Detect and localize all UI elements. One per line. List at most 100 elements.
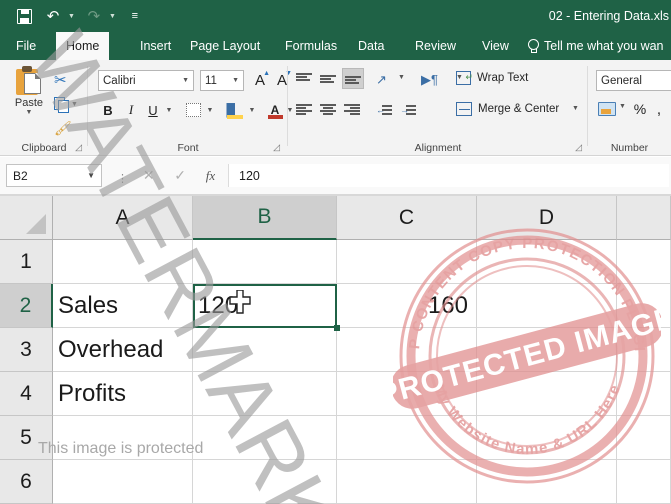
cell-d2[interactable] bbox=[477, 284, 617, 328]
fill-color-button[interactable]: █ bbox=[226, 100, 244, 120]
fill-handle[interactable] bbox=[334, 325, 340, 331]
row-header-4[interactable]: 4 bbox=[0, 372, 53, 416]
alignment-dialog-launcher[interactable]: ◿ bbox=[575, 142, 582, 153]
number-format-select[interactable]: General bbox=[596, 70, 671, 91]
tab-review[interactable]: Review bbox=[405, 32, 466, 60]
font-dialog-launcher[interactable]: ◿ bbox=[273, 142, 280, 153]
confirm-entry-button[interactable]: ✓ bbox=[174, 167, 186, 184]
column-header-e[interactable] bbox=[617, 196, 671, 240]
cell-b6[interactable] bbox=[193, 460, 337, 504]
italic-button[interactable]: I bbox=[122, 100, 140, 120]
cell-e6[interactable] bbox=[617, 460, 671, 504]
borders-button[interactable] bbox=[184, 101, 202, 119]
copy-dropdown-icon[interactable]: ▼ bbox=[71, 101, 78, 108]
tab-formulas[interactable]: Formulas bbox=[275, 32, 347, 60]
chevron-down-icon[interactable]: ▼ bbox=[232, 77, 239, 84]
tab-data[interactable]: Data bbox=[348, 32, 394, 60]
select-all-button[interactable] bbox=[0, 196, 53, 240]
paste-dropdown-icon[interactable]: ▼ bbox=[8, 109, 50, 116]
cell-a6[interactable] bbox=[53, 460, 193, 504]
cell-e5[interactable] bbox=[617, 416, 671, 460]
cell-b1[interactable] bbox=[193, 240, 337, 284]
middle-align-button[interactable] bbox=[320, 72, 336, 85]
align-left-button[interactable] bbox=[296, 103, 312, 116]
merge-center-button[interactable]: Merge & Center bbox=[456, 102, 586, 116]
undo-dropdown-icon[interactable]: ▼ bbox=[68, 13, 75, 20]
center-button[interactable] bbox=[320, 103, 336, 116]
row-header-6[interactable]: 6 bbox=[0, 460, 53, 504]
cell-e4[interactable] bbox=[617, 372, 671, 416]
bold-button[interactable]: B bbox=[99, 100, 117, 120]
cell-d1[interactable] bbox=[477, 240, 617, 284]
cell-a4[interactable]: Profits bbox=[53, 372, 193, 416]
tell-me-box[interactable]: Tell me what you wan bbox=[527, 32, 664, 60]
row-header-3[interactable]: 3 bbox=[0, 328, 53, 372]
save-button[interactable] bbox=[14, 6, 34, 26]
cell-b3[interactable] bbox=[193, 328, 337, 372]
cell-c5[interactable] bbox=[337, 416, 477, 460]
cell-d4[interactable] bbox=[477, 372, 617, 416]
chevron-down-icon[interactable]: ▼ bbox=[87, 171, 95, 180]
cell-c6[interactable] bbox=[337, 460, 477, 504]
formula-input[interactable]: 120 bbox=[228, 164, 669, 187]
cell-c2[interactable]: 160 bbox=[337, 284, 477, 328]
tab-home[interactable]: Home bbox=[56, 32, 110, 60]
underline-dropdown-icon[interactable]: ▼ bbox=[164, 104, 174, 116]
orientation-button[interactable]: ↗ bbox=[376, 72, 387, 88]
underline-button[interactable]: U bbox=[144, 100, 162, 120]
orientation-dropdown-icon[interactable]: ▼ bbox=[398, 74, 405, 81]
borders-dropdown-icon[interactable]: ▼ bbox=[205, 104, 215, 116]
fill-color-dropdown-icon[interactable]: ▼ bbox=[247, 104, 257, 116]
redo-button[interactable]: ↷ bbox=[84, 6, 104, 26]
wrap-text-button[interactable]: Wrap Text bbox=[456, 71, 586, 85]
insert-function-button[interactable]: fx bbox=[206, 168, 215, 184]
row-header-1[interactable]: 1 bbox=[0, 240, 53, 284]
decrease-indent-button[interactable]: ← bbox=[376, 104, 392, 116]
cell-c1[interactable] bbox=[337, 240, 477, 284]
paste-button[interactable]: Paste ▼ bbox=[8, 66, 50, 116]
cell-b4[interactable] bbox=[193, 372, 337, 416]
cell-a3[interactable]: Overhead bbox=[53, 328, 193, 372]
grow-font-button[interactable]: A ▲ bbox=[251, 70, 270, 91]
copy-button[interactable]: ▼ bbox=[54, 92, 84, 116]
column-header-d[interactable]: D bbox=[477, 196, 617, 240]
column-header-b[interactable]: B bbox=[193, 196, 337, 240]
clipboard-dialog-launcher[interactable]: ◿ bbox=[75, 142, 82, 153]
cancel-entry-button[interactable]: ✕ bbox=[143, 167, 155, 184]
cell-d6[interactable] bbox=[477, 460, 617, 504]
column-header-a[interactable]: A bbox=[53, 196, 193, 240]
cell-b2[interactable]: 120 bbox=[193, 284, 337, 328]
format-painter-button[interactable]: 🖌 bbox=[54, 116, 84, 140]
cell-b5[interactable] bbox=[193, 416, 337, 460]
cell-e3[interactable] bbox=[617, 328, 671, 372]
comma-style-button[interactable]: , bbox=[652, 100, 666, 118]
redo-dropdown-icon[interactable]: ▼ bbox=[109, 13, 116, 20]
column-header-c[interactable]: C bbox=[337, 196, 477, 240]
cell-e2[interactable] bbox=[617, 284, 671, 328]
percent-style-button[interactable]: % bbox=[632, 100, 648, 118]
align-right-button[interactable] bbox=[344, 103, 360, 116]
bottom-align-button[interactable] bbox=[342, 68, 364, 89]
cell-a2[interactable]: Sales bbox=[53, 284, 193, 328]
cell-c4[interactable] bbox=[337, 372, 477, 416]
tab-file[interactable]: File bbox=[6, 32, 46, 60]
font-color-button[interactable]: A bbox=[266, 100, 284, 120]
cell-e1[interactable] bbox=[617, 240, 671, 284]
cell-a1[interactable] bbox=[53, 240, 193, 284]
chevron-down-icon[interactable]: ▼ bbox=[182, 77, 189, 84]
undo-button[interactable]: ↶ bbox=[43, 6, 63, 26]
cell-c3[interactable] bbox=[337, 328, 477, 372]
tab-insert[interactable]: Insert bbox=[130, 32, 181, 60]
cell-d5[interactable] bbox=[477, 416, 617, 460]
text-direction-button[interactable]: ▶¶ bbox=[421, 72, 438, 88]
merge-center-dropdown-icon[interactable]: ▼ bbox=[572, 105, 579, 112]
row-header-2[interactable]: 2 bbox=[0, 284, 53, 328]
cut-button[interactable]: ✂ bbox=[54, 68, 84, 92]
font-size-input[interactable]: 11 ▼ bbox=[200, 70, 244, 91]
tab-view[interactable]: View bbox=[472, 32, 519, 60]
increase-indent-button[interactable]: → bbox=[400, 104, 416, 116]
top-align-button[interactable] bbox=[296, 72, 312, 85]
customize-qat-icon[interactable]: ≡ bbox=[125, 6, 145, 26]
tab-page-layout[interactable]: Page Layout bbox=[180, 32, 270, 60]
accounting-dropdown-icon[interactable]: ▼ bbox=[619, 103, 626, 110]
